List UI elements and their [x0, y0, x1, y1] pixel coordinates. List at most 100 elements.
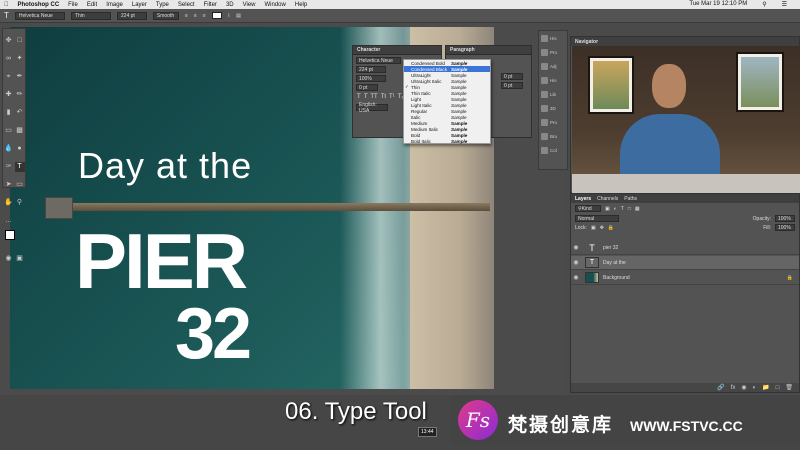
font-style-dropdown[interactable]: Condensed Bold Sample Condensed Black Samp…: [403, 59, 491, 144]
menu-filter[interactable]: Filter: [204, 2, 217, 8]
stamp-tool-icon[interactable]: ▮: [4, 107, 14, 117]
history-brush-icon[interactable]: ↶: [15, 107, 25, 117]
layer-row-background[interactable]: ◉ Background 🔒: [571, 271, 799, 285]
lasso-tool-icon[interactable]: ∞: [4, 54, 14, 64]
character-font-field[interactable]: Helvetica Neue: [356, 57, 401, 64]
dodge-tool-icon[interactable]: ●: [15, 144, 25, 154]
path-select-icon[interactable]: ➤: [4, 179, 14, 189]
warp-text-icon[interactable]: ⌇: [228, 13, 230, 19]
fill-field[interactable]: 100%: [775, 224, 795, 231]
menu-3d[interactable]: 3D: [226, 2, 234, 8]
menu-layer[interactable]: Layer: [132, 2, 147, 8]
new-group-icon[interactable]: 📁: [762, 384, 769, 391]
color-panel-button[interactable]: Col: [539, 143, 567, 157]
all-caps-button[interactable]: TT: [370, 94, 377, 100]
add-mask-icon[interactable]: ◉: [741, 384, 746, 391]
faux-bold-button[interactable]: T: [357, 94, 361, 100]
apple-icon[interactable]: : [4, 2, 9, 8]
faux-italic-button[interactable]: T: [364, 94, 368, 100]
adjustments-panel-button[interactable]: Adj: [539, 59, 567, 73]
indent-right-field[interactable]: 0 pt: [501, 73, 523, 80]
zoom-tool-icon[interactable]: ⚲: [15, 197, 25, 207]
search-icon[interactable]: ⚲: [762, 1, 766, 8]
superscript-button[interactable]: T¹: [389, 94, 395, 100]
character-size-field[interactable]: 224 pt: [356, 66, 386, 73]
layer-row-day-at-the[interactable]: ◉ T Day at the: [571, 256, 799, 270]
adjustment-layer-icon[interactable]: ◐: [753, 385, 757, 391]
align-center-icon[interactable]: ≡: [194, 13, 197, 19]
menu-help[interactable]: Help: [295, 2, 307, 8]
libraries-panel-button[interactable]: Lib: [539, 87, 567, 101]
screen-mode-icon[interactable]: ▣: [15, 253, 25, 263]
eraser-tool-icon[interactable]: ▭: [4, 125, 14, 135]
tab-paths[interactable]: Paths: [624, 196, 637, 202]
filter-smart-icon[interactable]: ▦: [635, 206, 640, 212]
menu-list-icon[interactable]: ☰: [782, 1, 787, 8]
paragraph-tab[interactable]: Paragraph: [450, 47, 475, 53]
fx-icon[interactable]: fx: [731, 385, 736, 391]
quick-select-tool-icon[interactable]: ✦: [15, 53, 25, 63]
pen-tool-icon[interactable]: ✑: [4, 161, 14, 171]
font-style-select[interactable]: Thin: [70, 11, 111, 20]
align-left-icon[interactable]: ≡: [185, 13, 188, 19]
lock-position-icon[interactable]: ✥: [600, 225, 604, 231]
text-layer-day-at-the[interactable]: Day at the: [78, 145, 252, 187]
menu-window[interactable]: Window: [265, 2, 286, 8]
font-size-select[interactable]: 224 pt: [116, 11, 147, 20]
quick-mask-icon[interactable]: ◉: [4, 253, 14, 263]
filter-type-icon[interactable]: T: [621, 206, 624, 212]
app-menu[interactable]: Photoshop CC: [18, 2, 60, 8]
character-tab[interactable]: Character: [357, 47, 380, 53]
history-panel-button[interactable]: His: [539, 73, 567, 87]
blur-tool-icon[interactable]: 💧: [4, 143, 14, 153]
filter-pixel-icon[interactable]: ▣: [605, 206, 610, 212]
hand-tool-icon[interactable]: ✋: [4, 197, 14, 207]
brush-tool-icon[interactable]: ✏: [15, 89, 25, 99]
text-color-swatch[interactable]: [211, 12, 222, 19]
layer-row-pier-32[interactable]: ◉ T pier 32: [571, 241, 799, 255]
language-select[interactable]: English: USA: [356, 102, 388, 114]
text-layer-32[interactable]: 32: [175, 298, 252, 370]
character-tracking-field[interactable]: 0 pt: [356, 84, 378, 91]
new-layer-icon[interactable]: □: [776, 385, 780, 391]
delete-layer-icon[interactable]: 🗑: [785, 384, 793, 391]
tab-layers[interactable]: Layers: [575, 196, 591, 202]
histogram-panel-button[interactable]: His: [539, 31, 567, 45]
type-tool-icon[interactable]: T: [4, 11, 9, 20]
3d-panel-button[interactable]: 3D: [539, 101, 567, 115]
link-layers-icon[interactable]: 🔗: [717, 384, 724, 391]
type-tool-icon[interactable]: T: [14, 161, 25, 172]
menu-select[interactable]: Select: [178, 2, 195, 8]
menu-edit[interactable]: Edit: [87, 2, 97, 8]
eye-icon[interactable]: ◉: [571, 244, 581, 251]
properties2-panel-button[interactable]: Pro: [539, 115, 567, 129]
eyedropper-tool-icon[interactable]: ✒: [15, 71, 25, 81]
menu-view[interactable]: View: [243, 2, 256, 8]
menu-file[interactable]: File: [68, 2, 78, 8]
align-right-icon[interactable]: ≡: [203, 13, 206, 19]
crop-tool-icon[interactable]: ⌖: [4, 72, 14, 82]
more-tools-icon[interactable]: …: [4, 216, 14, 226]
menu-image[interactable]: Image: [106, 2, 123, 8]
marquee-tool-icon[interactable]: □: [15, 36, 25, 46]
properties-panel-button[interactable]: Pro: [539, 45, 567, 59]
text-layer-pier[interactable]: PIER: [75, 222, 248, 300]
opacity-field[interactable]: 100%: [775, 215, 795, 222]
blend-mode-select[interactable]: Normal: [575, 215, 619, 222]
shape-tool-icon[interactable]: ▭: [15, 179, 25, 189]
layer-kind-filter[interactable]: ⚲ Kind: [575, 205, 601, 212]
color-swatches[interactable]: [5, 230, 21, 244]
gradient-tool-icon[interactable]: ▩: [15, 125, 25, 135]
antialias-select[interactable]: Smooth: [152, 11, 179, 20]
space-after-field[interactable]: 0 pt: [501, 82, 523, 89]
brushes-panel-button[interactable]: Bru: [539, 129, 567, 143]
font-family-select[interactable]: Helvetica Neue: [14, 11, 65, 20]
small-caps-button[interactable]: Tt: [381, 94, 386, 100]
eye-icon[interactable]: ◉: [571, 274, 581, 281]
font-style-option[interactable]: Bold Italic Sample: [404, 138, 490, 144]
eye-icon[interactable]: ◉: [571, 259, 581, 266]
move-tool-icon[interactable]: ✥: [4, 35, 14, 45]
filter-shape-icon[interactable]: □: [628, 206, 631, 212]
filter-adjust-icon[interactable]: ◐: [614, 206, 617, 212]
menu-type[interactable]: Type: [156, 2, 169, 8]
